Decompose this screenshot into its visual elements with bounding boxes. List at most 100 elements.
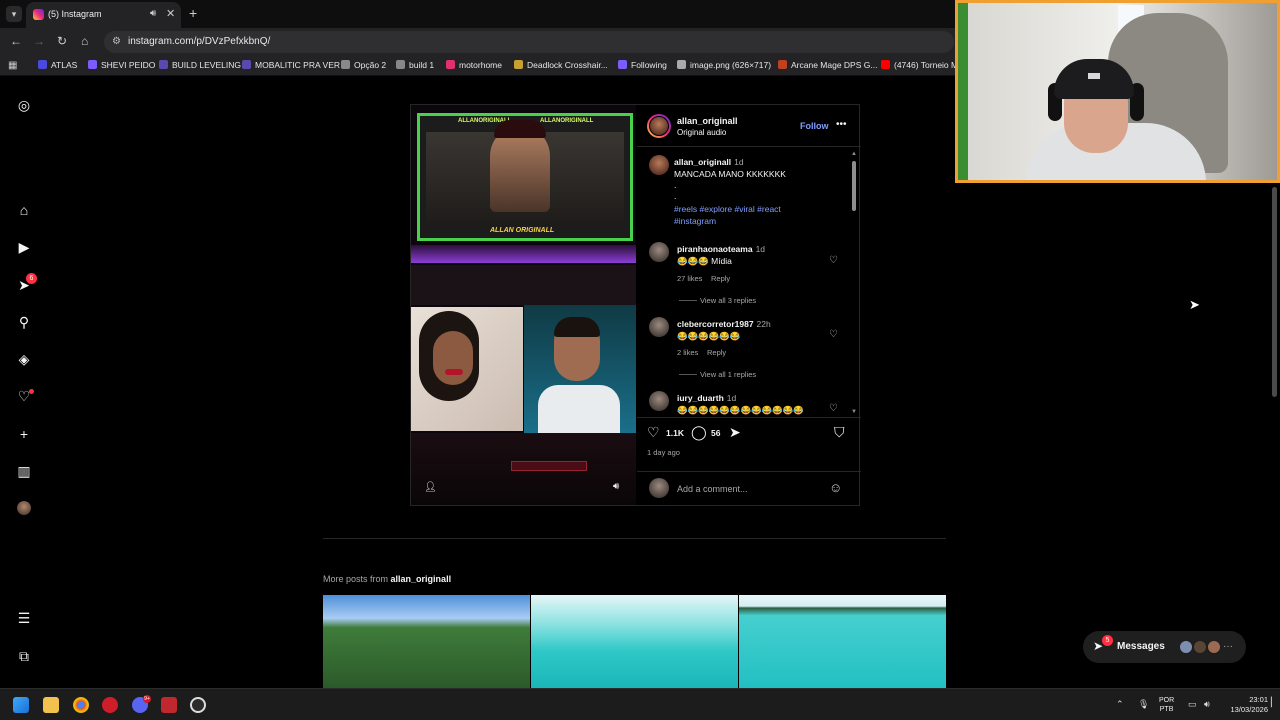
emoji-icon[interactable]: ☺ xyxy=(829,480,842,495)
comment-like-heart-icon[interactable]: ♡ xyxy=(829,255,838,266)
windows-start-icon[interactable] xyxy=(13,697,29,713)
comment-like-heart-icon[interactable]: ♡ xyxy=(829,403,838,414)
scroll-up-arrow-icon[interactable]: ▲ xyxy=(851,151,857,157)
comment-username[interactable]: clebercorretor1987 22h xyxy=(677,319,771,329)
comment-avatar[interactable] xyxy=(649,391,669,411)
bookmark-deadlock[interactable]: Deadlock Crosshair... xyxy=(514,60,608,70)
sound-toggle-icon[interactable]: 🔊︎ xyxy=(613,481,619,492)
reel-video[interactable]: ALLANORIGINALL ALLANORIGINALL ALLAN ORIG… xyxy=(411,105,636,505)
opera-icon[interactable] xyxy=(102,697,118,713)
video-right-person xyxy=(524,305,636,433)
instagram-logo-icon[interactable]: ◎ xyxy=(16,97,32,113)
reload-icon[interactable]: ↻ xyxy=(57,34,67,48)
url-field[interactable]: ⚙ instagram.com/p/DVzPefxkbnQ/ xyxy=(104,31,954,53)
bookmark-shevi-peido[interactable]: SHEVI PEIDO xyxy=(88,60,155,70)
tab-title: (5) Instagram xyxy=(48,9,102,19)
forward-icon[interactable]: → xyxy=(33,34,45,48)
follow-button[interactable]: Follow xyxy=(800,121,829,131)
home-icon[interactable]: ⌂ xyxy=(81,34,88,48)
comment-like-heart-icon[interactable]: ♡ xyxy=(829,329,838,340)
bookmark-opcao-2[interactable]: Opção 2 xyxy=(341,60,386,70)
tab-close-icon[interactable]: ✕ xyxy=(166,7,175,20)
caption-hashtags[interactable]: #reels #explore #viral #react xyxy=(674,203,781,215)
clock[interactable]: 23:01 13/03/2026 xyxy=(1224,695,1268,715)
tagged-users-icon[interactable]: 👤︎ xyxy=(424,482,437,493)
comment-likes[interactable]: 2 likes xyxy=(677,348,698,357)
dashboard-icon[interactable]: ▥ xyxy=(16,463,32,479)
home-nav-icon[interactable]: ⌂ xyxy=(16,202,32,218)
site-info-icon[interactable]: ⚙ xyxy=(112,36,121,47)
messages-label: Messages xyxy=(1117,641,1165,652)
bookmark-image-png[interactable]: image.png (626×717) xyxy=(677,60,771,70)
messages-button[interactable]: ➤ 5 Messages ··· xyxy=(1083,631,1246,663)
audio-link[interactable]: Original audio xyxy=(677,128,726,137)
bookmark-build-leveling[interactable]: BUILD LEVELING xyxy=(159,60,241,70)
caption-hashtags[interactable]: #instagram xyxy=(674,215,716,227)
reels-nav-icon[interactable]: ▶ xyxy=(16,239,32,255)
explore-nav-icon[interactable]: ◈ xyxy=(16,351,32,367)
caption-avatar[interactable] xyxy=(649,155,669,175)
comment-username[interactable]: piranhaonaoteama 1d xyxy=(677,244,765,254)
more-posts-author[interactable]: allan_originall xyxy=(391,574,452,584)
also-from-meta-icon[interactable]: ⧉ xyxy=(16,648,32,664)
like-count[interactable]: 1.1K xyxy=(666,428,684,438)
share-icon[interactable]: ➤ xyxy=(729,424,741,441)
more-post-thumbnail[interactable] xyxy=(323,595,530,688)
volume-icon[interactable]: 🔊︎ xyxy=(1204,699,1210,710)
obs-icon[interactable] xyxy=(190,697,206,713)
comment-likes[interactable]: 27 likes xyxy=(677,274,702,283)
microphone-icon[interactable]: 🎙︎ xyxy=(1138,699,1149,710)
network-icon[interactable]: ▭ xyxy=(1188,699,1197,710)
instagram-favicon-icon xyxy=(33,9,44,20)
tab-audio-icon[interactable]: 🔊︎ xyxy=(150,8,156,19)
bookmark-arcane-mage[interactable]: Arcane Mage DPS G... xyxy=(778,60,877,70)
like-heart-icon[interactable]: ♡ xyxy=(647,424,660,441)
view-replies-button[interactable]: View all 1 replies xyxy=(700,370,756,379)
author-avatar[interactable] xyxy=(647,114,671,138)
bookmark-build-1[interactable]: build 1 xyxy=(396,60,434,70)
bookmark-motorhome[interactable]: motorhome xyxy=(446,60,502,70)
notifications-icon[interactable]: ▏ xyxy=(1271,697,1278,708)
language-indicator[interactable]: POR PTB xyxy=(1159,696,1174,714)
profile-avatar[interactable] xyxy=(17,501,31,515)
apps-grid-icon[interactable]: ▦ xyxy=(8,60,17,71)
add-comment-input[interactable]: Add a comment... xyxy=(677,484,748,494)
browser-tab[interactable]: (5) Instagram 🔊︎ ✕ xyxy=(26,2,181,28)
chrome-icon[interactable] xyxy=(73,697,89,713)
tray-overflow-icon[interactable]: ⌃ xyxy=(1116,699,1124,710)
comment-icon[interactable]: ◯ xyxy=(691,424,707,441)
bookmark-following[interactable]: Following xyxy=(618,60,667,70)
search-nav-icon[interactable]: ⚲ xyxy=(16,314,32,330)
taskbar: 9+ ⌃ 🎙︎ POR PTB ▭ 🔊︎ 23:01 13/03/2026 ▏ xyxy=(0,688,1280,720)
comment-avatar[interactable] xyxy=(649,242,669,262)
app-icon[interactable] xyxy=(161,697,177,713)
bookmark-icon xyxy=(778,60,787,69)
bookmark-torneio[interactable]: (4746) Torneio M... xyxy=(881,60,965,70)
new-tab-icon[interactable]: + xyxy=(189,5,197,21)
view-replies-button[interactable]: View all 3 replies xyxy=(700,296,756,305)
comment-reply-button[interactable]: Reply xyxy=(707,348,726,357)
more-post-thumbnail[interactable] xyxy=(739,595,946,688)
menu-icon[interactable]: ☰ xyxy=(16,610,32,626)
bookmark-atlas[interactable]: ATLAS xyxy=(38,60,77,70)
more-options-icon[interactable]: ••• xyxy=(836,119,847,130)
back-icon[interactable]: ← xyxy=(10,34,22,48)
comment-reply-button[interactable]: Reply xyxy=(711,274,730,283)
file-explorer-icon[interactable] xyxy=(43,697,59,713)
author-username[interactable]: allan_originall xyxy=(677,116,738,126)
tab-search-icon[interactable]: ▾ xyxy=(6,6,22,22)
create-plus-icon[interactable]: + xyxy=(16,426,32,442)
video-left-person xyxy=(411,307,523,431)
stream-overlay: ALLANORIGINALL ALLANORIGINALL ALLAN ORIG… xyxy=(417,113,633,241)
bookmark-icon xyxy=(396,60,405,69)
streamer-cap xyxy=(494,120,546,138)
caption-username[interactable]: allan_originall 1d xyxy=(674,157,744,167)
scroll-down-arrow-icon[interactable]: ▼ xyxy=(851,409,857,415)
more-post-thumbnail[interactable] xyxy=(531,595,738,688)
comment-avatar[interactable] xyxy=(649,317,669,337)
post-actions: ♡ 1.1K ◯ 56 ➤ ⛉ 1 day ago xyxy=(637,417,861,457)
comments-scrollbar[interactable] xyxy=(852,161,856,211)
comment-username[interactable]: iury_duarth 1d xyxy=(677,393,736,403)
save-bookmark-icon[interactable]: ⛉ xyxy=(834,424,845,441)
bookmark-mobalitic[interactable]: MOBALITIC PRA VER xyxy=(242,60,340,70)
